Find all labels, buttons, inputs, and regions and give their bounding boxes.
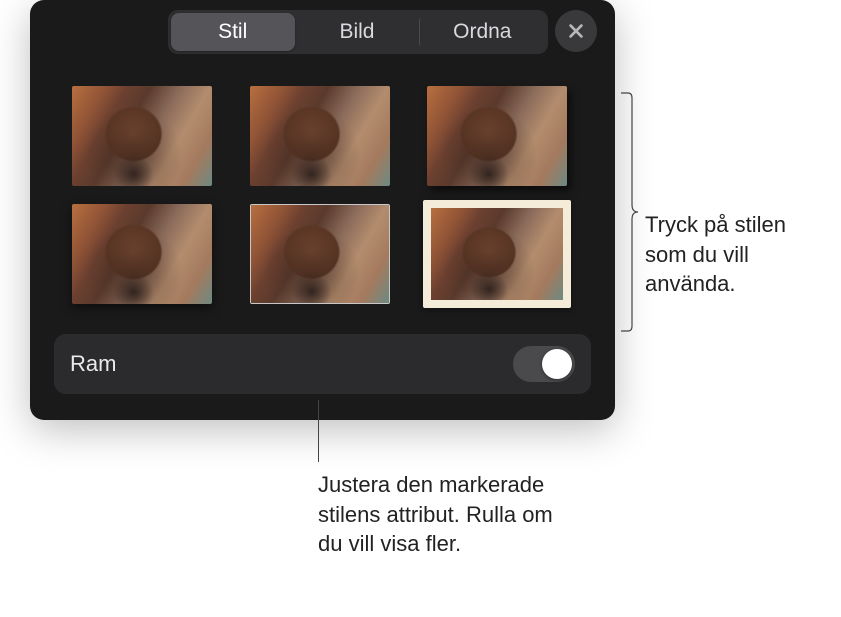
callout-leader-bottom <box>318 400 319 462</box>
segmented-control: Stil Bild Ordna <box>168 10 548 54</box>
style-option-photoframe[interactable] <box>427 204 567 304</box>
style-grid <box>30 68 615 326</box>
callout-bottom: Justera den markerade stilens attribut. … <box>318 470 578 559</box>
callout-bracket-right <box>620 92 638 332</box>
style-option-shadow[interactable] <box>72 204 212 304</box>
frame-row: Ram <box>54 334 591 394</box>
callout-right: Tryck på stilen som du vill använda. <box>645 210 825 299</box>
frame-toggle[interactable] <box>513 346 575 382</box>
close-button[interactable] <box>555 10 597 52</box>
format-panel: Stil Bild Ordna Ram <box>30 0 615 420</box>
tab-bild[interactable]: Bild <box>295 13 419 51</box>
close-icon <box>567 22 585 40</box>
tab-stil[interactable]: Stil <box>171 13 295 51</box>
tab-ordna[interactable]: Ordna <box>420 13 544 51</box>
style-option-plain[interactable] <box>72 86 212 186</box>
style-option-reflect[interactable] <box>250 86 390 186</box>
style-option-dropshadow[interactable] <box>427 86 567 186</box>
style-option-thinborder[interactable] <box>250 204 390 304</box>
frame-label: Ram <box>70 351 116 377</box>
toggle-knob <box>542 349 572 379</box>
tab-bar: Stil Bild Ordna <box>46 10 599 54</box>
